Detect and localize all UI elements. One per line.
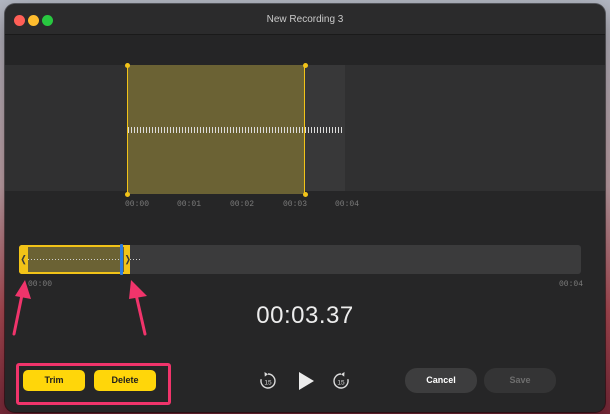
timeline-tick-1: 00:01 [176,200,201,209]
save-button[interactable]: Save [484,368,556,393]
selection-right-top-handle[interactable] [302,62,308,68]
timeline-tick-0: 00:00 [124,200,149,209]
selection-left-bottom-handle[interactable] [124,191,130,197]
skip-back-15-icon[interactable]: 15 [258,371,278,391]
timeline-tick-3: 00:03 [282,200,307,209]
svg-text:15: 15 [264,380,272,387]
title-bar: New Recording 3 [5,4,605,35]
timeline-tick-2: 00:02 [229,200,254,209]
skip-forward-15-icon[interactable]: 15 [331,371,351,391]
editor-top-area [5,35,605,65]
timeline-tick-4: 00:04 [334,200,359,209]
play-icon[interactable] [296,370,316,392]
playhead[interactable] [120,244,123,275]
cancel-button[interactable]: Cancel [405,368,477,393]
current-time-display: 00:03.37 [256,302,354,329]
overview-right-trim-handle[interactable]: ❭ [124,245,132,274]
svg-text:15: 15 [337,380,345,387]
overview-left-trim-handle[interactable]: ❬ [19,245,28,274]
overview-end-label: 00:04 [559,280,584,289]
voice-memos-window: New Recording 3 00:00 00:01 00:02 00:03 … [5,4,605,412]
audio-waveform [128,127,344,133]
selection-right-bottom-handle[interactable] [302,191,308,197]
window-title: New Recording 3 [266,14,344,25]
selection-left-top-handle[interactable] [124,62,130,68]
annotation-highlight-box [16,363,171,405]
